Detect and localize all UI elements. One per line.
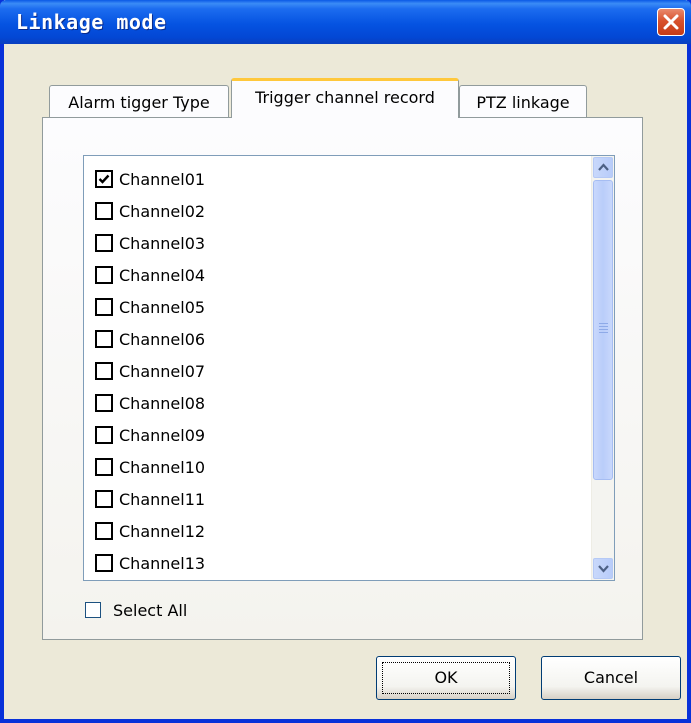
linkage-mode-dialog: Linkage mode Alarm tigger Type Trigger c… <box>0 0 691 723</box>
channel-list-item[interactable]: Channel12 <box>95 516 585 548</box>
tab-trigger-channel-record[interactable]: Trigger channel record <box>231 78 459 118</box>
close-button[interactable] <box>657 8 685 36</box>
channel-label: Channel01 <box>119 170 206 189</box>
channel-list-item[interactable]: Channel09 <box>95 420 585 452</box>
channel-label: Channel11 <box>119 490 206 509</box>
scroll-thumb[interactable] <box>593 180 613 480</box>
focus-ring <box>382 662 510 694</box>
vertical-scrollbar[interactable] <box>591 156 614 580</box>
window-title: Linkage mode <box>16 10 167 34</box>
tab-alarm-trigger-type[interactable]: Alarm tigger Type <box>49 85 229 121</box>
channel-label: Channel07 <box>119 362 206 381</box>
select-all-label: Select All <box>113 601 188 620</box>
channel-label: Channel04 <box>119 266 206 285</box>
channel-checkbox[interactable] <box>95 490 113 508</box>
select-all-box[interactable] <box>85 602 101 618</box>
cancel-button[interactable]: Cancel <box>541 656 681 700</box>
cancel-button-label: Cancel <box>583 668 639 687</box>
channel-checkbox[interactable] <box>95 522 113 540</box>
channel-label: Channel02 <box>119 202 206 221</box>
channel-list-item[interactable]: Channel04 <box>95 260 585 292</box>
channel-list-item[interactable]: Channel11 <box>95 484 585 516</box>
tab-label: PTZ linkage <box>476 93 570 112</box>
channel-checkbox[interactable] <box>95 170 113 188</box>
channel-checkbox[interactable] <box>95 298 113 316</box>
channel-list-item[interactable]: Channel03 <box>95 228 585 260</box>
channel-list-item[interactable]: Channel02 <box>95 196 585 228</box>
grip-line <box>599 329 608 330</box>
channel-list-item[interactable]: Channel08 <box>95 388 585 420</box>
tab-label: Trigger channel record <box>255 88 435 107</box>
channel-checkbox[interactable] <box>95 362 113 380</box>
channel-label: Channel10 <box>119 458 206 477</box>
channel-checkbox[interactable] <box>95 266 113 284</box>
checkmark-icon <box>98 174 110 184</box>
grip-line <box>599 332 608 333</box>
channel-label: Channel08 <box>119 394 206 413</box>
channel-list-item[interactable]: Channel07 <box>95 356 585 388</box>
tab-panel: Channel01 Channel02 Channel03 Channel04 Chan… <box>42 117 643 640</box>
channel-label: Channel13 <box>119 554 206 573</box>
channel-checkbox[interactable] <box>95 554 113 572</box>
channel-label: Channel06 <box>119 330 206 349</box>
channel-label: Channel12 <box>119 522 206 541</box>
channel-list[interactable]: Channel01 Channel02 Channel03 Channel04 Chan… <box>83 155 615 581</box>
channel-checkbox[interactable] <box>95 458 113 476</box>
title-bar[interactable]: Linkage mode <box>0 0 691 44</box>
channel-checkbox[interactable] <box>95 426 113 444</box>
channel-checkbox[interactable] <box>95 234 113 252</box>
scroll-up-button[interactable] <box>593 157 613 178</box>
channel-checkbox[interactable] <box>95 330 113 348</box>
tab-label: Alarm tigger Type <box>68 93 210 112</box>
channel-label: Channel05 <box>119 298 206 317</box>
ok-button[interactable]: OK <box>376 656 516 700</box>
tab-ptz-linkage[interactable]: PTZ linkage <box>459 85 587 121</box>
scroll-down-button[interactable] <box>593 558 613 579</box>
channel-label: Channel03 <box>119 234 206 253</box>
channel-checkbox[interactable] <box>95 202 113 220</box>
grip-line <box>599 326 608 327</box>
channel-list-item[interactable]: Channel01 <box>95 164 585 196</box>
grip-line <box>599 323 608 324</box>
channel-list-item[interactable]: Channel13 <box>95 548 585 580</box>
channel-label: Channel09 <box>119 426 206 445</box>
channel-list-item[interactable]: Channel10 <box>95 452 585 484</box>
channel-list-item[interactable]: Channel06 <box>95 324 585 356</box>
channel-checkbox[interactable] <box>95 394 113 412</box>
channel-list-item[interactable]: Channel05 <box>95 292 585 324</box>
